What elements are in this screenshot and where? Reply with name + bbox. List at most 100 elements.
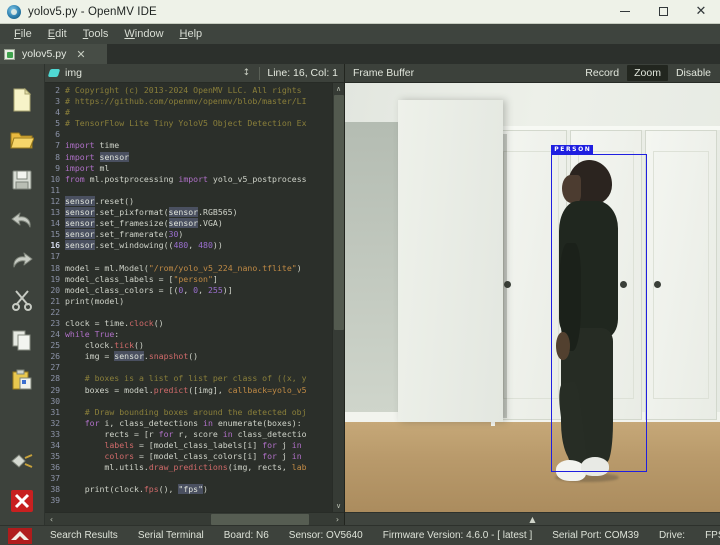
redo-button[interactable] [6, 244, 38, 276]
scroll-left-icon[interactable]: ‹ [45, 513, 58, 526]
editor-horizontal-scrollbar[interactable]: ‹ › [45, 512, 344, 525]
code-line: 9 import ml [45, 163, 332, 174]
connect-button[interactable] [6, 445, 38, 477]
code-line: 11 [45, 185, 332, 196]
code-line: 38 print(clock.fps(), "fps") [45, 484, 332, 495]
status-search-results[interactable]: Search Results [40, 530, 128, 541]
zoom-button[interactable]: Zoom [627, 65, 668, 81]
code-line-text: import time [65, 140, 120, 151]
code-line-text: model_class_labels = ["person"] [65, 273, 218, 284]
status-serial-terminal[interactable]: Serial Terminal [128, 530, 214, 541]
code-line: 26 img = sensor.snapshot() [45, 351, 332, 362]
close-icon: ✕ [695, 4, 707, 19]
status-firmware-version: Firmware Version: 4.6.0 - [ latest ] [382, 530, 533, 541]
code-wrap: 2 # Copyright (c) 2013-2024 OpenMV LLC. A… [45, 83, 344, 512]
status-drive: Drive: [658, 530, 686, 541]
code-line: 15 sensor.set_framerate(30) [45, 229, 332, 240]
code-line-text: sensor.set_framesize(sensor.VGA) [65, 218, 223, 229]
frame-buffer-view[interactable]: PERSON [345, 83, 720, 512]
copy-button[interactable] [6, 324, 38, 356]
save-floppy-icon [12, 170, 32, 190]
menu-help-mnemonic: H [179, 27, 188, 40]
editor-vertical-scrollbar[interactable]: ∧ ∨ [332, 83, 344, 512]
code-line: 6 [45, 129, 332, 140]
menu-file[interactable]: File [6, 26, 40, 42]
code-line: 31 # Draw bounding boxes around the dete… [45, 407, 332, 418]
scroll-down-icon[interactable]: ∨ [333, 500, 345, 512]
frame-buffer-footer[interactable]: ▲ [345, 512, 720, 525]
stop-button[interactable] [6, 485, 38, 517]
code-line: 21 print(model) [45, 296, 332, 307]
line-number: 28 [50, 373, 60, 384]
editor-navigate-icon[interactable]: ↕ [240, 69, 252, 78]
cursor-position-label: Line: 16, Col: 1 [267, 67, 338, 79]
scene-left-wall [397, 100, 503, 422]
code-line-text: # https://github.com/openmv/openmv/blob/… [65, 96, 307, 107]
menu-tools-label: ools [88, 27, 109, 40]
status-fps: FPS: 17.5 [705, 530, 720, 541]
code-line: 10 from ml.postprocessing import yolo_v5_… [45, 174, 332, 185]
line-number: 20 [50, 284, 60, 295]
save-file-button[interactable] [6, 164, 38, 196]
menu-window[interactable]: Window [116, 26, 171, 42]
code-line: 16 sensor.set_windowing((480, 480)) [45, 240, 332, 251]
menu-file-mnemonic: F [14, 27, 21, 40]
code-line-text: sensor.set_pixformat(sensor.RGB565) [65, 207, 238, 218]
new-file-button[interactable] [6, 84, 38, 116]
open-file-button[interactable] [6, 124, 38, 156]
code-line-text: # TensorFlow Lite Tiny YoloV5 Object Det… [65, 118, 307, 129]
line-number: 30 [50, 395, 60, 406]
room-scene [345, 83, 720, 512]
editor-vscroll-track[interactable] [333, 95, 345, 500]
line-number: 19 [50, 273, 60, 284]
code-line: 23 clock = time.clock() [45, 318, 332, 329]
code-line-text: model = ml.Model("/rom/yolo_v5_224_nano.… [65, 262, 302, 273]
line-number: 16 [50, 240, 60, 251]
frame-buffer-panel: Frame Buffer Record Zoom Disable PERSON … [345, 64, 720, 525]
line-number: 18 [50, 262, 60, 273]
scroll-up-icon[interactable]: ∧ [333, 83, 345, 95]
code-line-text: img = sensor.snapshot() [65, 351, 199, 362]
editor-hscroll-track[interactable] [58, 513, 331, 526]
collapse-panel-icon[interactable]: ▲ [529, 515, 535, 524]
code-text-area[interactable]: 2 # Copyright (c) 2013-2024 OpenMV LLC. A… [45, 83, 332, 512]
record-button[interactable]: Record [578, 65, 626, 81]
code-line: 28 # boxes is a list of list per class o… [45, 373, 332, 384]
code-line: 20 model_class_colors = [(0, 0, 255)] [45, 285, 332, 296]
code-line-text: # Copyright (c) 2013-2024 OpenMV LLC. Al… [65, 85, 302, 95]
code-line-text: for i, class_detections in enumerate(box… [84, 417, 302, 428]
line-number: 4 [55, 107, 60, 118]
editor-vscroll-thumb[interactable] [333, 95, 344, 330]
disable-button[interactable]: Disable [669, 65, 718, 81]
line-number: 21 [50, 295, 60, 306]
undo-button[interactable] [6, 204, 38, 236]
menu-help[interactable]: Help [172, 26, 211, 42]
tab-close-icon[interactable]: ✕ [76, 49, 85, 60]
line-number: 24 [50, 329, 60, 340]
status-bar: Search Results Serial Terminal Board: N6… [0, 525, 720, 545]
menu-tools[interactable]: Tools [75, 26, 117, 42]
scene-door-3 [645, 130, 717, 420]
code-line: 32 for i, class_detections in enumerate(… [45, 418, 332, 429]
maximize-button[interactable] [644, 0, 682, 24]
minimize-button[interactable] [606, 0, 644, 24]
menu-window-mnemonic: W [124, 27, 135, 40]
line-number: 9 [55, 162, 60, 173]
menu-help-label: elp [187, 27, 203, 40]
menu-edit[interactable]: Edit [40, 26, 75, 42]
tab-yolov5-py[interactable]: yolov5.py ✕ [0, 44, 108, 64]
cut-button[interactable] [6, 284, 38, 316]
scroll-right-icon[interactable]: › [331, 513, 344, 526]
editor-hscroll-thumb[interactable] [210, 513, 310, 525]
close-button[interactable]: ✕ [682, 0, 720, 24]
stop-x-icon [11, 490, 33, 512]
menu-bar: File Edit Tools Window Help [0, 24, 720, 44]
editor-header-divider [259, 66, 261, 80]
python-file-icon [4, 48, 15, 60]
status-board: Board: N6 [223, 530, 269, 541]
code-line: 27 [45, 362, 332, 373]
code-line: 7 import time [45, 140, 332, 151]
line-number: 14 [50, 218, 60, 229]
redo-arrow-icon [13, 252, 33, 268]
paste-button[interactable] [6, 364, 38, 396]
